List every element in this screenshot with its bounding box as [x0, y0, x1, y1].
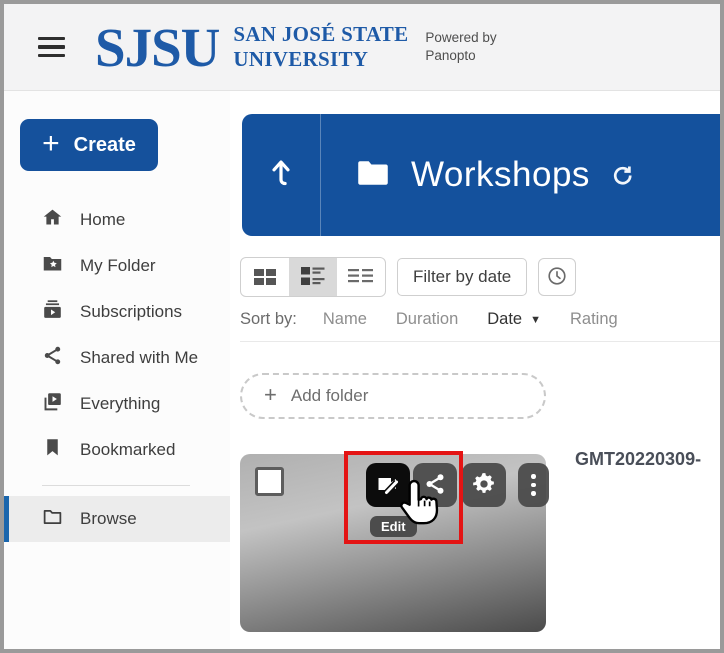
main-content: Workshops: [230, 91, 720, 649]
sidebar-divider: [42, 485, 190, 486]
sidebar-nav: Home My Folder Subscriptions: [4, 197, 230, 542]
sort-option-rating[interactable]: Rating: [570, 310, 618, 329]
sort-option-name[interactable]: Name: [323, 310, 367, 329]
create-button[interactable]: + Create: [20, 119, 158, 171]
sort-option-date[interactable]: Date ▼: [487, 310, 541, 329]
bookmark-icon: [42, 437, 63, 463]
video-actions: [366, 463, 549, 507]
sidebar-item-label: Shared with Me: [80, 348, 198, 368]
list-thumbnail-view-button[interactable]: [289, 258, 337, 296]
sidebar-item-label: Home: [80, 210, 125, 230]
caret-down-icon: ▼: [530, 314, 541, 326]
edit-tooltip: Edit: [370, 516, 417, 537]
add-folder-label: Add folder: [291, 386, 369, 406]
share-icon: [423, 472, 447, 499]
sidebar-item-subscriptions[interactable]: Subscriptions: [4, 289, 230, 335]
subscriptions-icon: [42, 299, 63, 325]
selected-indicator: [4, 496, 9, 542]
home-icon: [42, 207, 63, 233]
recent-button[interactable]: [538, 258, 576, 296]
hamburger-menu-icon[interactable]: [38, 37, 65, 58]
clock-icon: [546, 265, 568, 290]
grid-view-button[interactable]: [241, 258, 289, 296]
university-name: SAN JOSÉ STATE UNIVERSITY: [233, 22, 408, 72]
share-button[interactable]: [413, 463, 457, 507]
folder-star-icon: [42, 253, 63, 279]
sort-option-duration[interactable]: Duration: [396, 310, 458, 329]
detail-list-view-icon: [348, 268, 374, 287]
sidebar-item-everything[interactable]: Everything: [4, 381, 230, 427]
app-header: SJSU SAN JOSÉ STATE UNIVERSITY Powered b…: [4, 4, 720, 91]
sidebar: + Create Home My Folder: [4, 91, 230, 649]
sidebar-item-label: Subscriptions: [80, 302, 182, 322]
sidebar-item-label: Bookmarked: [80, 440, 175, 460]
vertical-dots-icon: [531, 474, 536, 496]
view-mode-switcher: [240, 257, 386, 297]
sidebar-item-bookmarked[interactable]: Bookmarked: [4, 427, 230, 473]
edit-video-icon: [375, 471, 401, 500]
video-title[interactable]: GMT20220309-: [575, 449, 701, 470]
grid-view-icon: [254, 269, 277, 286]
plus-icon: +: [42, 129, 60, 159]
university-name-line2: UNIVERSITY: [233, 47, 408, 72]
detail-list-view-button[interactable]: [337, 258, 385, 296]
video-checkbox[interactable]: [255, 467, 284, 496]
list-thumbnail-view-icon: [301, 267, 325, 288]
folder-icon: [357, 160, 389, 191]
share-icon: [42, 345, 63, 371]
everything-icon: [42, 391, 63, 417]
folder-outline-icon: [42, 506, 63, 532]
parent-folder-button[interactable]: [242, 114, 320, 236]
settings-button[interactable]: [462, 463, 506, 507]
bar-divider: [320, 114, 321, 236]
sidebar-item-browse[interactable]: Browse: [4, 496, 230, 542]
refresh-icon[interactable]: [610, 163, 635, 188]
video-list-item: Edit GMT20220309-: [240, 454, 720, 632]
app-window: SJSU SAN JOSÉ STATE UNIVERSITY Powered b…: [0, 0, 724, 653]
edit-button[interactable]: [366, 463, 410, 507]
sort-row: Sort by: Name Duration Date ▼ Rating: [240, 310, 720, 329]
up-arrow-icon: [268, 158, 294, 193]
plus-icon: +: [264, 384, 277, 406]
folder-header-bar: Workshops: [242, 114, 720, 236]
view-toolbar: Filter by date: [240, 257, 720, 297]
sidebar-item-home[interactable]: Home: [4, 197, 230, 243]
gear-icon: [471, 471, 497, 500]
sjsu-logo: SJSU: [95, 20, 219, 75]
more-options-button[interactable]: [518, 463, 549, 507]
university-name-line1: SAN JOSÉ STATE: [233, 22, 408, 47]
sidebar-item-my-folder[interactable]: My Folder: [4, 243, 230, 289]
powered-by: Powered by Panopto: [425, 29, 496, 65]
sidebar-item-shared-with-me[interactable]: Shared with Me: [4, 335, 230, 381]
create-button-label: Create: [74, 134, 136, 157]
content-divider: [240, 341, 720, 342]
add-folder-button[interactable]: + Add folder: [240, 373, 546, 419]
video-thumbnail[interactable]: Edit: [240, 454, 546, 632]
sidebar-item-label: Browse: [80, 509, 137, 529]
sidebar-item-label: Everything: [80, 394, 160, 414]
folder-title: Workshops: [411, 155, 590, 195]
filter-by-date-button[interactable]: Filter by date: [397, 258, 527, 296]
sidebar-item-label: My Folder: [80, 256, 156, 276]
sort-by-label: Sort by:: [240, 310, 297, 329]
